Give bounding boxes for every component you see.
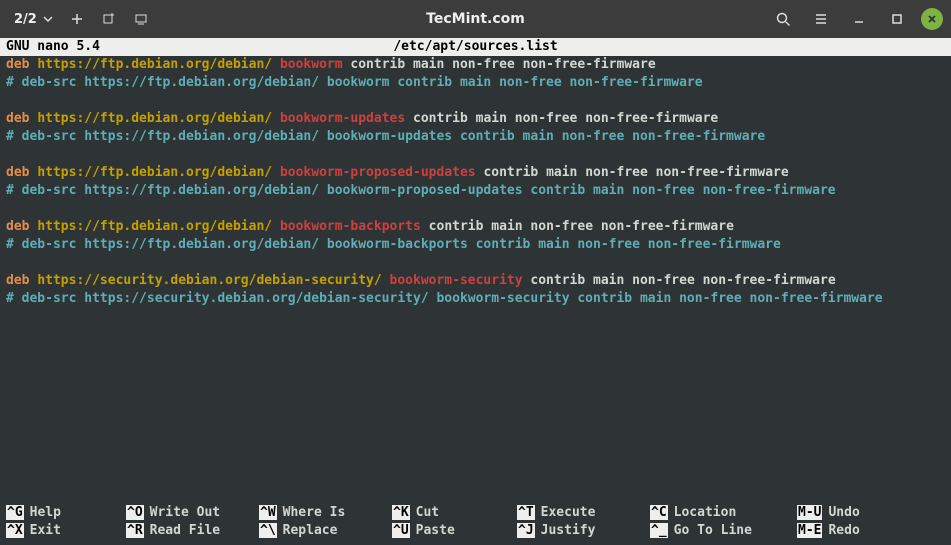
chevron-down-icon bbox=[43, 14, 53, 24]
shortcut-label: Help bbox=[30, 505, 61, 520]
source-line: # deb-src https://security.debian.org/de… bbox=[6, 290, 945, 308]
shortcut-label: Execute bbox=[541, 505, 596, 520]
footer-shortcut: ^G Help bbox=[6, 503, 126, 521]
source-line: # deb-src https://ftp.debian.org/debian/… bbox=[6, 182, 945, 200]
new-window-icon bbox=[102, 12, 116, 26]
source-line: # deb-src https://ftp.debian.org/debian/… bbox=[6, 74, 945, 92]
shortcut-label: Write Out bbox=[150, 505, 220, 520]
footer-shortcut: ^C Location bbox=[650, 503, 797, 521]
shortcut-key: ^G bbox=[6, 505, 24, 520]
editor-content[interactable]: deb https://ftp.debian.org/debian/ bookw… bbox=[0, 56, 951, 308]
search-icon bbox=[776, 12, 791, 27]
shortcut-key: ^O bbox=[126, 505, 144, 520]
tab-counter[interactable]: 2/2 bbox=[8, 12, 59, 27]
shortcut-key: M-U bbox=[797, 505, 822, 520]
footer-shortcut: ^\ Replace bbox=[259, 521, 392, 539]
footer-shortcut: ^U Paste bbox=[392, 521, 517, 539]
new-tab-button[interactable] bbox=[63, 5, 91, 33]
new-window-button[interactable] bbox=[95, 5, 123, 33]
menu-button[interactable] bbox=[807, 5, 835, 33]
nano-header: GNU nano 5.4 /etc/apt/sources.list bbox=[0, 38, 951, 56]
shortcut-key: ^C bbox=[650, 505, 668, 520]
nano-footer: ^G Help ^O Write Out ^W Where Is ^K Cut ^T Execut… bbox=[6, 503, 945, 539]
close-button[interactable] bbox=[921, 8, 943, 30]
broadcast-icon bbox=[133, 12, 149, 26]
footer-shortcut: ^R Read File bbox=[126, 521, 259, 539]
minimize-button[interactable] bbox=[845, 5, 873, 33]
broadcast-button[interactable] bbox=[127, 5, 155, 33]
footer-shortcut: M-U Undo bbox=[797, 503, 887, 521]
shortcut-label: Go To Line bbox=[674, 523, 752, 538]
shortcut-key: ^W bbox=[259, 505, 277, 520]
maximize-icon bbox=[891, 13, 903, 25]
shortcut-key: ^\ bbox=[259, 523, 277, 538]
shortcut-key: ^K bbox=[392, 505, 410, 520]
minimize-icon bbox=[853, 13, 865, 25]
nano-version: GNU nano 5.4 bbox=[6, 38, 100, 56]
shortcut-key: ^_ bbox=[650, 523, 668, 538]
shortcut-label: Cut bbox=[416, 505, 439, 520]
source-line: # deb-src https://ftp.debian.org/debian/… bbox=[6, 128, 945, 146]
window-title: TecMint.com bbox=[426, 11, 525, 27]
footer-shortcut: ^J Justify bbox=[517, 521, 650, 539]
footer-row-2: ^X Exit ^R Read File ^\ Replace ^U Paste ^J Justi… bbox=[6, 521, 945, 539]
source-line: deb https://ftp.debian.org/debian/ bookw… bbox=[6, 164, 945, 182]
hamburger-icon bbox=[814, 12, 828, 26]
shortcut-label: Paste bbox=[416, 523, 455, 538]
source-line: # deb-src https://ftp.debian.org/debian/… bbox=[6, 236, 945, 254]
shortcut-label: Replace bbox=[283, 523, 338, 538]
shortcut-label: Read File bbox=[150, 523, 220, 538]
shortcut-label: Redo bbox=[828, 523, 859, 538]
source-line bbox=[6, 200, 945, 218]
shortcut-label: Justify bbox=[541, 523, 596, 538]
shortcut-label: Where Is bbox=[283, 505, 346, 520]
footer-shortcut: ^T Execute bbox=[517, 503, 650, 521]
shortcut-key: M-E bbox=[797, 523, 822, 538]
footer-shortcut: ^X Exit bbox=[6, 521, 126, 539]
footer-shortcut: ^O Write Out bbox=[126, 503, 259, 521]
footer-shortcut: ^W Where Is bbox=[259, 503, 392, 521]
nano-filename: /etc/apt/sources.list bbox=[393, 38, 557, 56]
source-line: deb https://security.debian.org/debian-s… bbox=[6, 272, 945, 290]
shortcut-key: ^X bbox=[6, 523, 24, 538]
shortcut-label: Undo bbox=[828, 505, 859, 520]
window-titlebar: 2/2 TecMint.com bbox=[0, 0, 951, 38]
shortcut-key: ^T bbox=[517, 505, 535, 520]
shortcut-label: Exit bbox=[30, 523, 61, 538]
source-line bbox=[6, 146, 945, 164]
terminal-area[interactable]: GNU nano 5.4 /etc/apt/sources.list deb h… bbox=[0, 38, 951, 308]
footer-shortcut: ^_ Go To Line bbox=[650, 521, 797, 539]
footer-shortcut: M-E Redo bbox=[797, 521, 887, 539]
source-line bbox=[6, 254, 945, 272]
source-line bbox=[6, 92, 945, 110]
source-line: deb https://ftp.debian.org/debian/ bookw… bbox=[6, 56, 945, 74]
shortcut-key: ^R bbox=[126, 523, 144, 538]
footer-shortcut: ^K Cut bbox=[392, 503, 517, 521]
footer-row-1: ^G Help ^O Write Out ^W Where Is ^K Cut ^T Execut… bbox=[6, 503, 945, 521]
source-line: deb https://ftp.debian.org/debian/ bookw… bbox=[6, 110, 945, 128]
shortcut-key: ^J bbox=[517, 523, 535, 538]
tab-counter-text: 2/2 bbox=[14, 12, 37, 27]
shortcut-label: Location bbox=[674, 505, 737, 520]
close-icon bbox=[927, 14, 937, 24]
source-line: deb https://ftp.debian.org/debian/ bookw… bbox=[6, 218, 945, 236]
maximize-button[interactable] bbox=[883, 5, 911, 33]
shortcut-key: ^U bbox=[392, 523, 410, 538]
plus-icon bbox=[70, 12, 84, 26]
search-button[interactable] bbox=[769, 5, 797, 33]
